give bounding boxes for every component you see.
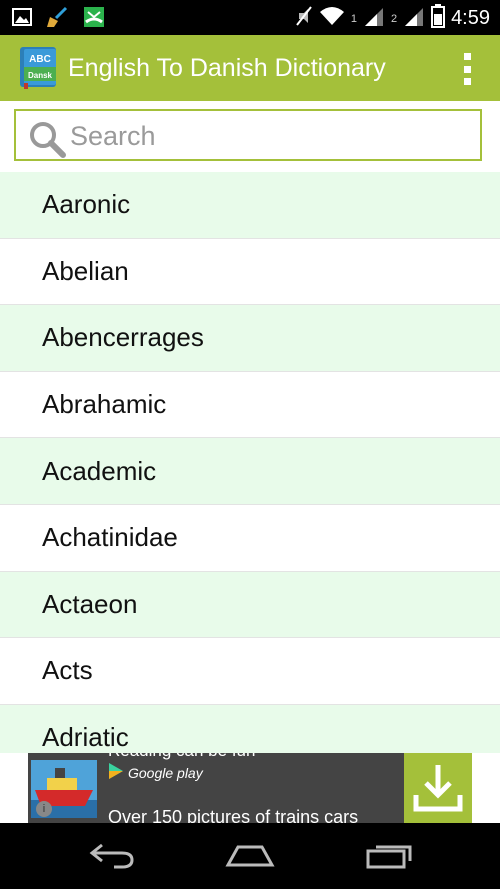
gallery-icon	[12, 8, 32, 31]
list-item[interactable]: Aaronic	[0, 172, 500, 239]
status-bar: 1 2 4:59	[0, 0, 500, 35]
list-item[interactable]: Adriatic	[0, 704, 500, 753]
icon-bottom-text: Dansk	[28, 71, 53, 80]
search-box	[14, 109, 482, 161]
sim1-label: 1	[350, 12, 357, 25]
list-item[interactable]: Abelian	[0, 239, 500, 306]
home-button[interactable]	[224, 841, 276, 874]
app-title: English To Danish Dictionary	[68, 54, 386, 82]
icon-top-text: ABC	[29, 54, 51, 65]
signal-icon	[363, 5, 385, 32]
navigation-bar	[0, 823, 500, 889]
ad-banner[interactable]: Reading can be fun Google play Over 150 …	[28, 753, 472, 823]
list-item[interactable]: Achatinidae	[0, 505, 500, 572]
list-item[interactable]: Acts	[0, 638, 500, 705]
sim2-label: 2	[390, 12, 398, 25]
list-item[interactable]: Academic	[0, 438, 500, 505]
search-input[interactable]	[68, 119, 472, 153]
mute-icon	[295, 5, 313, 32]
google-play-badge: Google play	[108, 762, 203, 783]
download-icon	[404, 765, 472, 823]
back-button[interactable]	[88, 841, 136, 874]
ad-description: Over 150 pictures of trains cars	[108, 807, 359, 823]
overflow-dot	[463, 65, 471, 73]
list-item[interactable]: Abencerrages	[0, 305, 500, 372]
list-item[interactable]: Actaeon	[0, 571, 500, 639]
overflow-dot	[463, 78, 471, 85]
ad-info-icon[interactable]: i	[36, 801, 52, 817]
recent-apps-button[interactable]	[364, 841, 414, 874]
play-store-icon	[108, 762, 124, 783]
wifi-icon	[319, 5, 345, 32]
search-icon	[28, 120, 66, 163]
missed-call-icon	[82, 6, 106, 33]
list-item[interactable]: Abrahamic	[0, 372, 500, 439]
overflow-menu-button[interactable]	[462, 53, 472, 85]
dictionary-app-icon: ABC Dansk	[20, 45, 60, 89]
action-bar: ABC Dansk English To Danish Dictionary	[0, 35, 500, 101]
ad-headline: Reading can be fun	[108, 753, 255, 761]
broom-icon	[46, 6, 68, 33]
word-list: Aaronic Abelian Abencerrages Abrahamic A…	[0, 172, 500, 753]
signal-icon	[403, 5, 425, 32]
overflow-dot	[463, 53, 471, 60]
clock: 4:59	[451, 7, 490, 29]
battery-icon	[431, 4, 446, 33]
ad-download-button[interactable]	[404, 753, 472, 823]
store-label: Google play	[128, 764, 203, 781]
